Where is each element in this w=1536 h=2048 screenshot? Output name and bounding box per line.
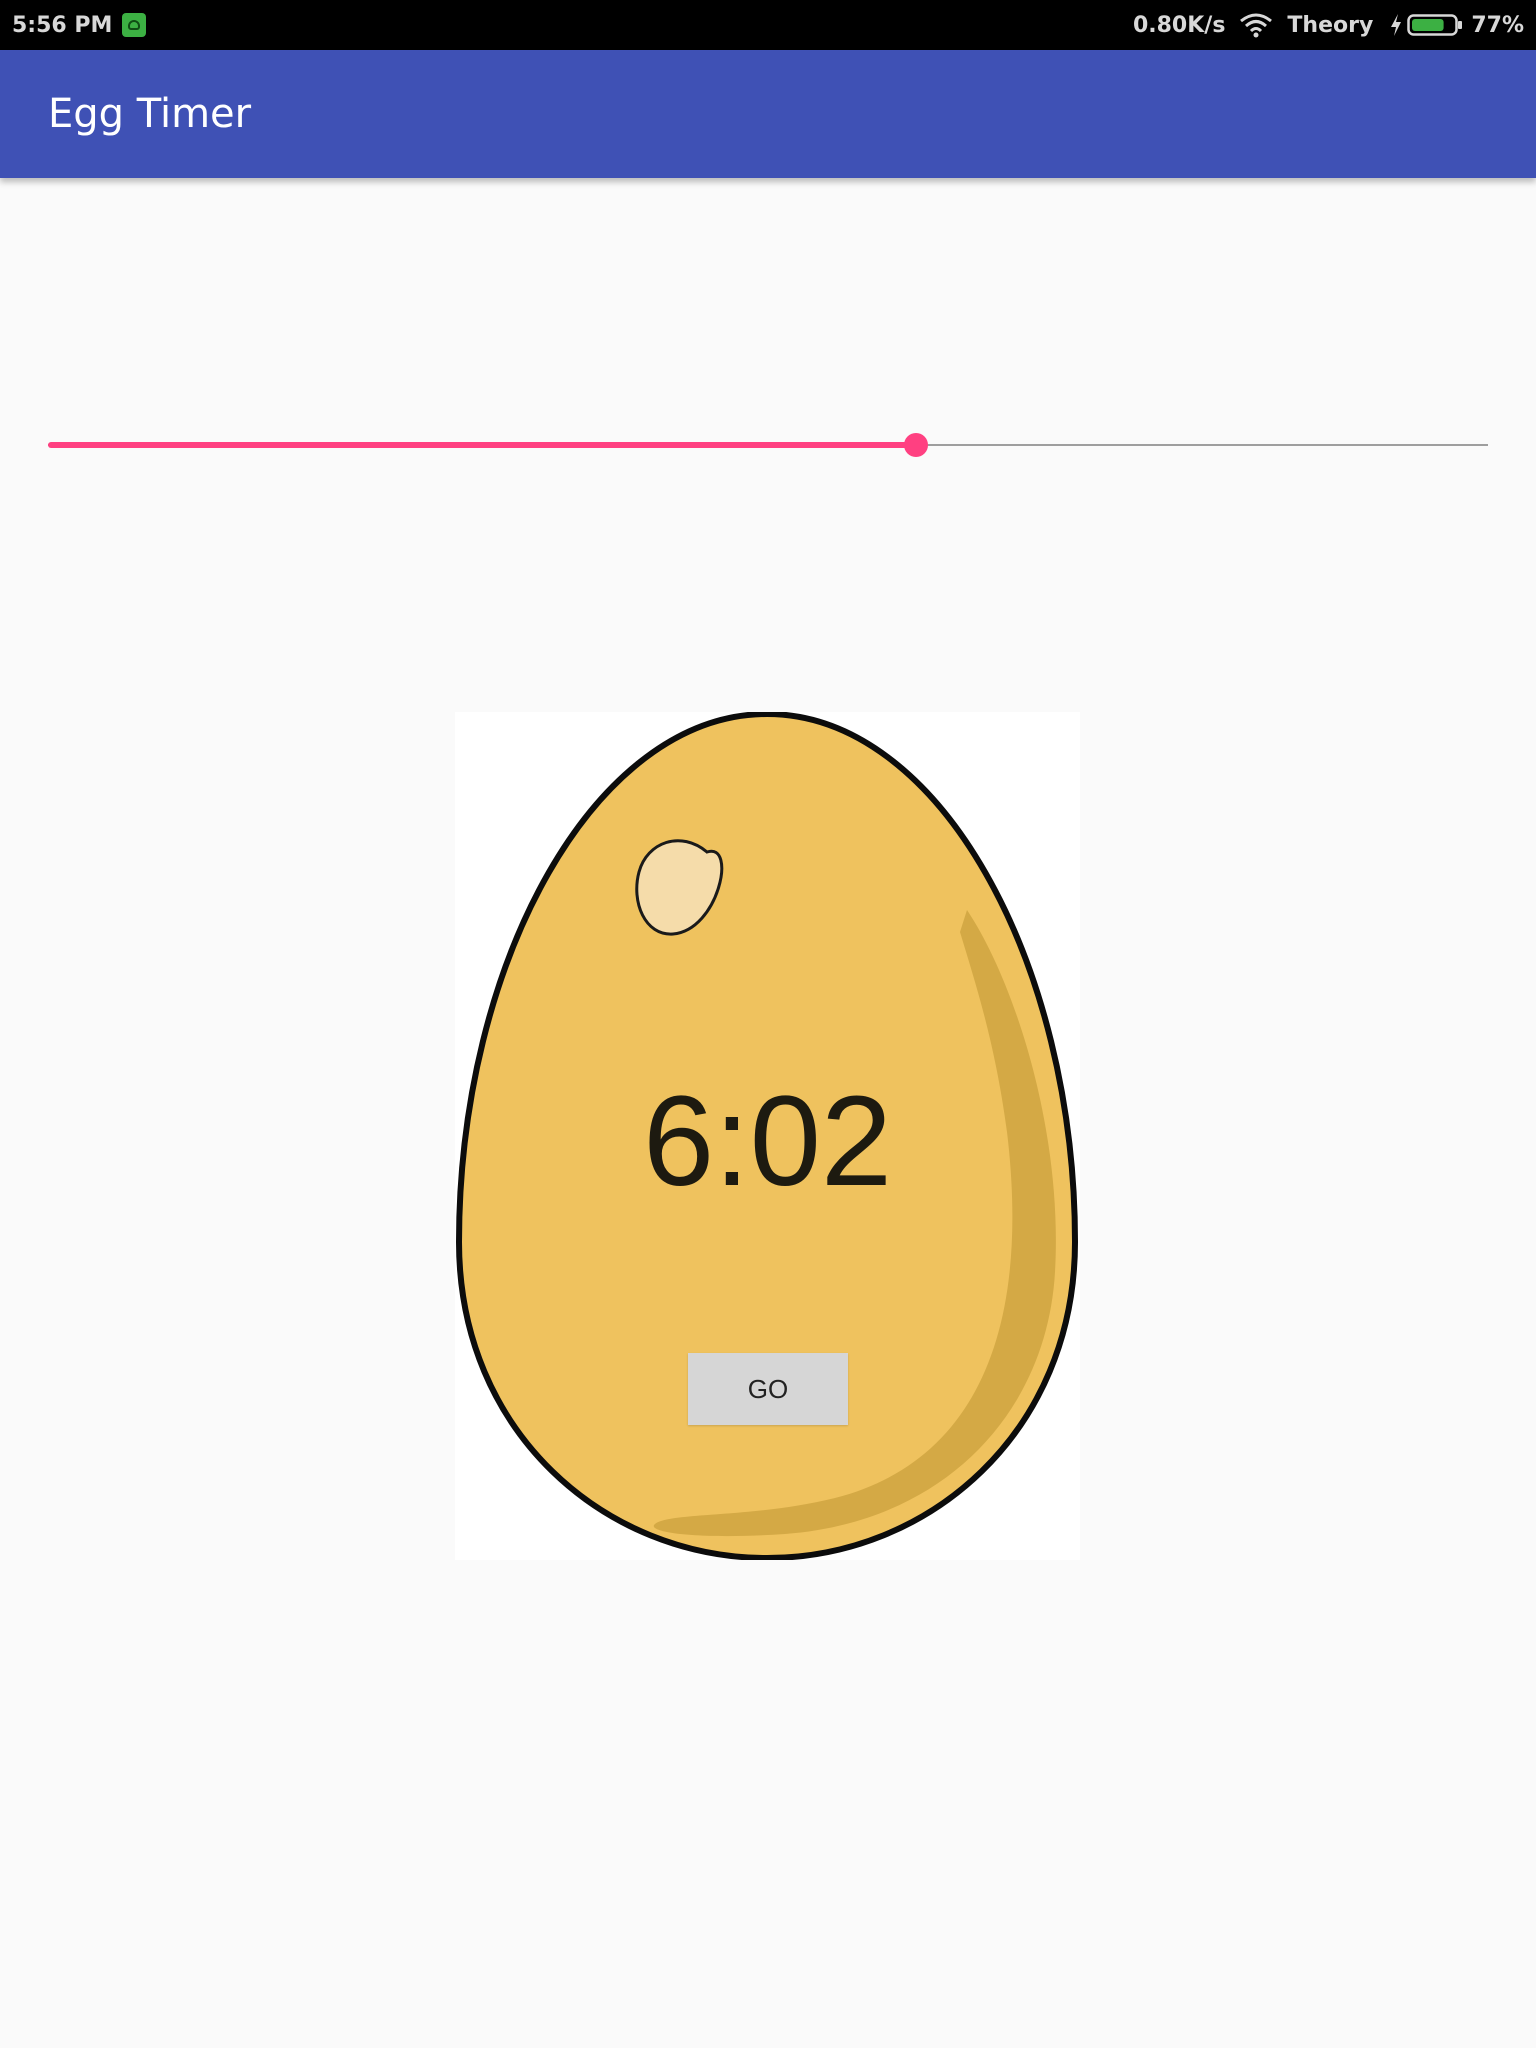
timer-display: 6:02 xyxy=(642,1070,893,1213)
status-time: 5:56 PM xyxy=(12,12,113,38)
status-bar: 5:56 PM 0.80K/s Theory 77% xyxy=(0,0,1536,50)
app-bar: Egg Timer xyxy=(0,50,1536,178)
lightning-bolt-icon xyxy=(1391,14,1402,36)
seekbar-thumb[interactable] xyxy=(904,433,929,457)
egg-image-panel: 6:02 GO xyxy=(455,712,1080,1560)
network-speed: 0.80K/s xyxy=(1132,12,1226,38)
seekbar-progress xyxy=(48,442,917,448)
status-right: 0.80K/s Theory 77% xyxy=(1119,0,1524,50)
app-title: Egg Timer xyxy=(48,91,252,137)
android-app-icon xyxy=(122,13,147,37)
status-left: 5:56 PM xyxy=(12,0,147,50)
wifi-icon xyxy=(1240,13,1273,38)
battery-icon xyxy=(1407,14,1463,36)
battery-level: 77% xyxy=(1471,12,1524,38)
go-button[interactable]: GO xyxy=(688,1353,848,1425)
network-name: Theory xyxy=(1287,12,1374,38)
timer-seekbar[interactable] xyxy=(48,420,1488,470)
